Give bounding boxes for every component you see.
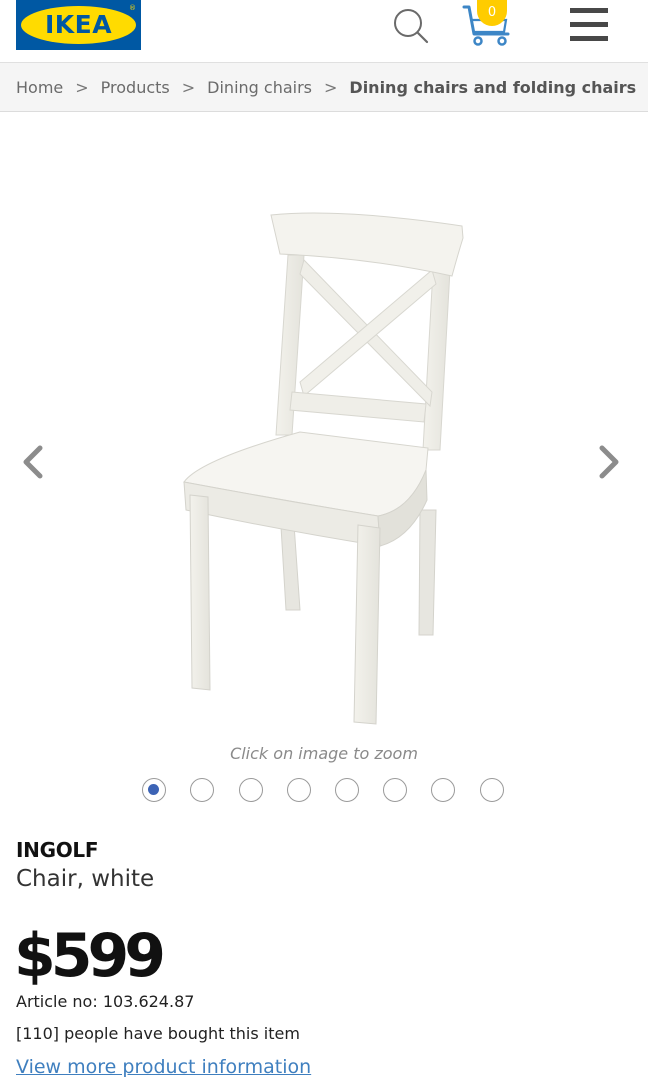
pagination-dot-8[interactable]: [480, 778, 504, 802]
view-more-info-link[interactable]: View more product information: [16, 1056, 311, 1078]
breadcrumb-separator: >: [324, 77, 338, 97]
pagination-dot-6[interactable]: [383, 778, 407, 802]
image-pagination: [142, 778, 512, 806]
product-name: INGOLF: [16, 838, 99, 862]
pagination-dot-4[interactable]: [287, 778, 311, 802]
product-image[interactable]: [140, 170, 500, 740]
menu-button[interactable]: [566, 8, 610, 42]
ikea-logo[interactable]: IKEA ®: [16, 0, 141, 50]
chair-illustration: [183, 212, 464, 725]
breadcrumb-separator: >: [181, 77, 196, 97]
breadcrumb-products[interactable]: Products: [101, 78, 170, 97]
breadcrumb-current: Dining chairs and folding chairs: [349, 77, 637, 97]
chevron-right-icon: [599, 445, 619, 479]
search-button[interactable]: [390, 4, 432, 46]
purchase-count: [110] people have bought this item: [16, 1024, 300, 1043]
zoom-hint: Click on image to zoom: [230, 744, 418, 763]
breadcrumb: Home > Products > Dining chairs > Dining…: [0, 62, 648, 112]
article-number: Article no: 103.624.87: [16, 992, 195, 1011]
pagination-dot-3[interactable]: [239, 778, 263, 802]
product-description: Chair, white: [16, 866, 155, 892]
breadcrumb-home[interactable]: Home: [16, 78, 63, 97]
pagination-dot-7[interactable]: [431, 778, 455, 802]
pagination-dot-5[interactable]: [335, 778, 359, 802]
header: IKEA ® 0: [0, 0, 648, 62]
previous-image-button[interactable]: [18, 440, 48, 484]
pagination-dot-2[interactable]: [190, 778, 214, 802]
pagination-dot-1[interactable]: [142, 778, 166, 802]
search-icon: [394, 9, 429, 44]
logo-text: IKEA: [44, 10, 113, 39]
chevron-left-icon: [23, 445, 43, 479]
breadcrumb-dining-chairs[interactable]: Dining chairs: [207, 78, 312, 97]
product-price: $599: [14, 921, 166, 991]
breadcrumb-separator: >: [75, 77, 89, 97]
logo-registered-mark: ®: [129, 4, 136, 12]
next-image-button[interactable]: [594, 440, 624, 484]
